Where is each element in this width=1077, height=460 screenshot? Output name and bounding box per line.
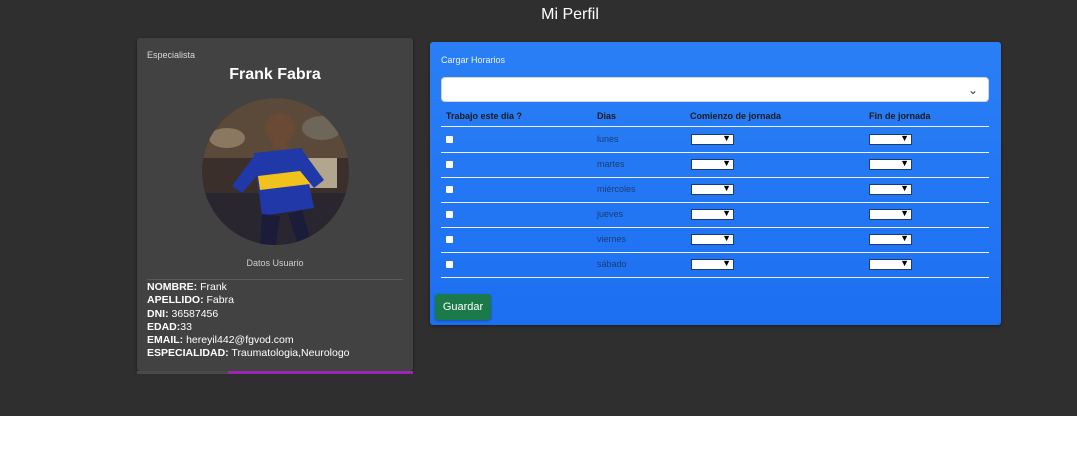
row-divider <box>441 152 989 153</box>
work-day-checkbox[interactable] <box>446 186 453 193</box>
day-label: miércoles <box>597 184 636 194</box>
card-underline <box>137 371 413 374</box>
page-title: Mi Perfil <box>541 6 599 23</box>
day-label: jueves <box>597 209 624 219</box>
col-fin: Fin de jornada <box>869 111 931 121</box>
day-label: lunes <box>597 134 619 144</box>
profile-card: Especialista Frank Fabra Datos Usuario N… <box>137 38 413 371</box>
work-day-checkbox[interactable] <box>446 211 453 218</box>
chevron-down-icon: ▼ <box>722 133 731 143</box>
end-time-select[interactable]: ▼ <box>869 183 912 195</box>
work-day-checkbox[interactable] <box>446 161 453 168</box>
chevron-down-icon: ▼ <box>900 208 909 218</box>
start-time-select[interactable]: ▼ <box>691 133 734 145</box>
profile-name: Frank Fabra <box>229 66 321 83</box>
start-time-select[interactable]: ▼ <box>691 183 734 195</box>
end-time-select[interactable]: ▼ <box>869 133 912 145</box>
row-divider <box>441 252 989 253</box>
start-time-select[interactable]: ▼ <box>691 258 734 270</box>
col-comienzo: Comienzo de jornada <box>690 111 782 121</box>
work-day-checkbox[interactable] <box>446 136 453 143</box>
chevron-down-icon: ▼ <box>722 183 731 193</box>
chevron-down-icon: ▼ <box>900 183 909 193</box>
chevron-down-icon: ⌄ <box>967 83 978 97</box>
info-edad: EDAD:33 <box>147 320 192 333</box>
chevron-down-icon: ▼ <box>722 258 731 268</box>
user-info-list: NOMBRE: Frank APELLIDO: Fabra DNI: 36587… <box>147 281 350 361</box>
start-time-select[interactable]: ▼ <box>691 208 734 220</box>
row-divider <box>441 227 989 228</box>
avatar <box>202 98 349 245</box>
row-divider <box>441 202 989 203</box>
info-nombre: NOMBRE: Frank <box>147 281 227 293</box>
work-day-checkbox[interactable] <box>446 236 453 243</box>
row-divider <box>441 126 989 127</box>
info-dni: DNI: 36587456 <box>147 307 219 320</box>
card-divider <box>147 279 403 280</box>
schedule-select[interactable]: ⌄ <box>441 77 989 102</box>
day-label: viernes <box>597 234 627 244</box>
avatar-photo <box>202 98 349 245</box>
chevron-down-icon: ▼ <box>722 158 731 168</box>
row-divider <box>441 277 989 278</box>
chevron-down-icon: ▼ <box>900 233 909 243</box>
end-time-select[interactable]: ▼ <box>869 258 912 270</box>
day-label: martes <box>597 159 625 169</box>
chevron-down-icon: ▼ <box>722 208 731 218</box>
col-dias: Dias <box>597 111 617 121</box>
col-trabajo: Trabajo este dia ? <box>446 111 523 121</box>
chevron-down-icon: ▼ <box>722 233 731 243</box>
info-especialidad: ESPECIALIDAD: Traumatologia,Neurologo <box>147 347 350 360</box>
work-day-checkbox[interactable] <box>446 261 453 268</box>
start-time-select[interactable]: ▼ <box>691 233 734 245</box>
day-label: sábado <box>597 259 627 269</box>
row-divider <box>441 177 989 178</box>
chevron-down-icon: ▼ <box>900 258 909 268</box>
save-button[interactable]: Guardar <box>435 294 491 320</box>
info-apellido: APELLIDO: Fabra <box>147 294 234 307</box>
chevron-down-icon: ▼ <box>900 158 909 168</box>
schedule-title: Cargar Horarios <box>441 55 506 65</box>
chevron-down-icon: ▼ <box>900 133 909 143</box>
end-time-select[interactable]: ▼ <box>869 208 912 220</box>
info-email: EMAIL: hereyil442@fgvod.com <box>147 334 294 347</box>
card-underline-accent <box>228 371 413 374</box>
datos-usuario-label: Datos Usuario <box>246 258 304 268</box>
end-time-select[interactable]: ▼ <box>869 233 912 245</box>
end-time-select[interactable]: ▼ <box>869 158 912 170</box>
start-time-select[interactable]: ▼ <box>691 158 734 170</box>
role-label: Especialista <box>147 50 196 60</box>
schedule-card: Cargar Horarios ⌄ Trabajo este dia ? Dia… <box>430 42 1001 325</box>
